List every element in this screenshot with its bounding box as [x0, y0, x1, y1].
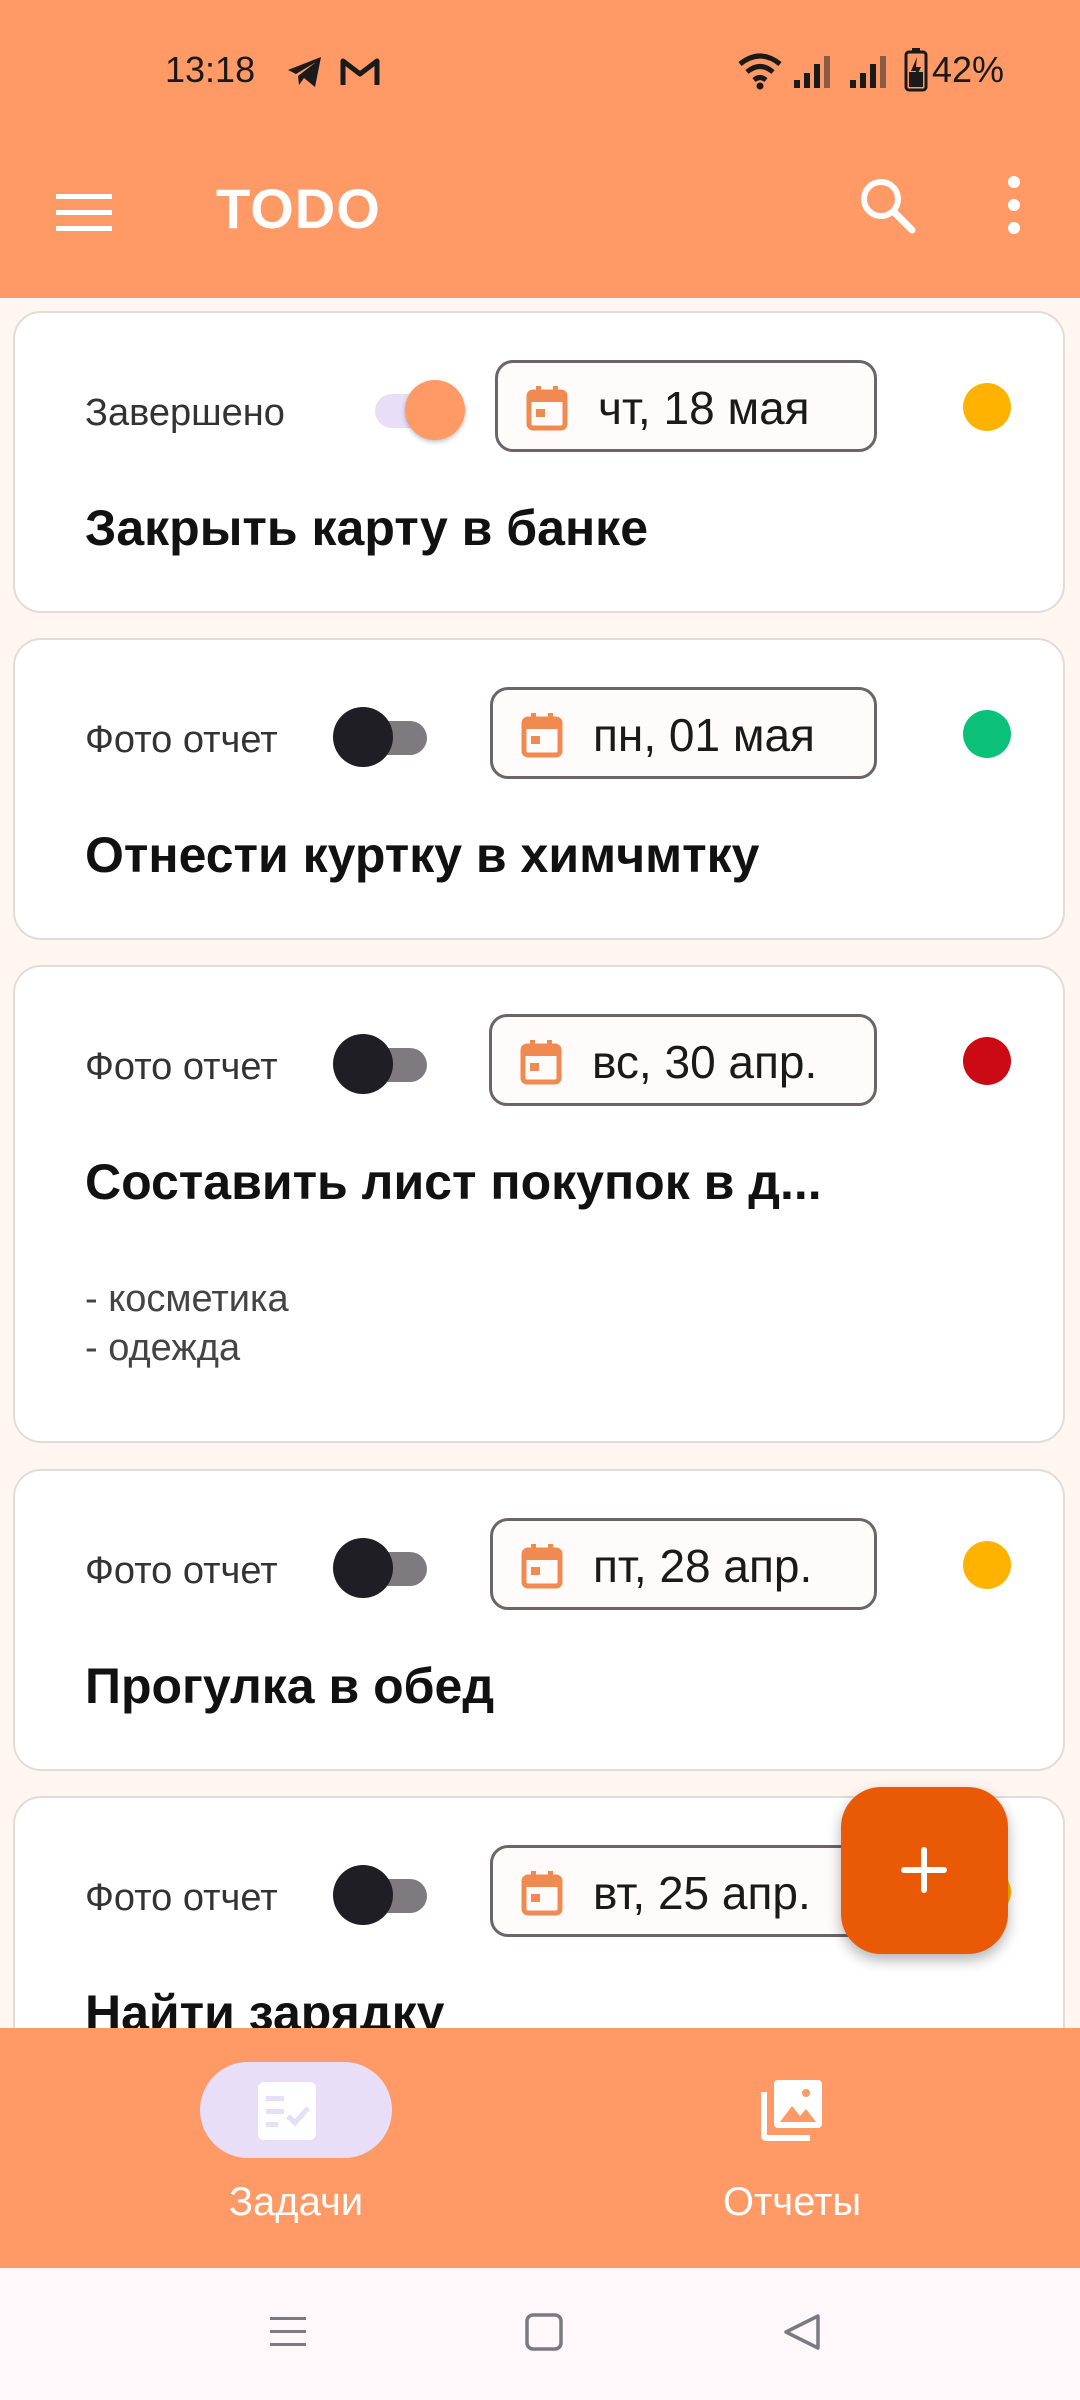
gmail-icon [340, 58, 380, 85]
priority-indicator [963, 710, 1011, 758]
nav-item-reports[interactable]: Отчеты [540, 2028, 1080, 2268]
status-bar: 13:18 42% [0, 0, 1080, 140]
toggle-thumb [333, 1865, 393, 1925]
date-chip[interactable]: вт, 25 апр. [490, 1845, 877, 1937]
task-date: пн, 01 мая [593, 709, 815, 761]
app-bar: TODO [0, 140, 1080, 298]
calendar-icon [526, 386, 568, 431]
toggle-thumb [333, 707, 393, 767]
more-options-icon[interactable] [996, 172, 1032, 238]
tasks-icon [258, 2082, 316, 2140]
task-date: вс, 30 апр. [592, 1036, 818, 1088]
task-date: пт, 28 апр. [593, 1540, 813, 1592]
photo-report-label: Фото отчет [85, 1877, 278, 1919]
task-title: Закрыть карту в банке [85, 500, 649, 556]
signal-icon [850, 56, 886, 88]
task-card[interactable]: Фото отчет пн, 01 мая Отнести куртку в х… [13, 638, 1065, 940]
search-icon[interactable] [856, 174, 920, 238]
description-line: - одежда [85, 1327, 241, 1369]
toggle-thumb [333, 1034, 393, 1094]
calendar-icon [521, 1871, 563, 1916]
completed-toggle[interactable] [345, 380, 465, 440]
completed-label: Завершено [85, 392, 285, 434]
task-card[interactable]: Фото отчет пт, 28 апр. Прогулка в обед [13, 1469, 1065, 1771]
task-title: Отнести куртку в химчмтку [85, 827, 760, 883]
nav-label-reports: Отчеты [722, 2180, 862, 2224]
system-navigation-bar [0, 2268, 1080, 2400]
date-chip[interactable]: чт, 18 мая [495, 360, 877, 452]
photo-report-label: Фото отчет [85, 719, 278, 761]
photo-library-icon [761, 2080, 822, 2141]
photo-report-label: Фото отчет [85, 1550, 278, 1592]
task-date: чт, 18 мая [598, 382, 810, 434]
priority-indicator [963, 1037, 1011, 1085]
calendar-icon [520, 1040, 562, 1085]
battery-percent: 42% [932, 49, 1005, 90]
nav-label-tasks: Задачи [228, 2180, 364, 2224]
app-title: TODO [216, 177, 381, 240]
photo-report-toggle[interactable] [333, 1034, 433, 1094]
back-icon[interactable] [782, 2312, 822, 2352]
add-task-button[interactable] [841, 1787, 1008, 1954]
top-bar: 13:18 42% TODO [0, 0, 1080, 298]
wifi-icon [738, 53, 782, 90]
recents-icon[interactable] [268, 2312, 308, 2352]
toggle-thumb [405, 380, 465, 440]
task-card[interactable]: Завершено чт, 18 мая Закрыть карту в бан… [13, 311, 1065, 613]
signal-icon [794, 56, 830, 88]
menu-icon[interactable] [54, 182, 114, 242]
bottom-navigation: Задачи Отчеты [0, 2028, 1080, 2268]
status-time: 13:18 [165, 49, 256, 90]
photo-report-toggle[interactable] [333, 1538, 433, 1598]
photo-report-toggle[interactable] [333, 1865, 433, 1925]
nav-item-tasks[interactable]: Задачи [10, 2028, 550, 2268]
home-icon[interactable] [524, 2312, 564, 2352]
priority-indicator [963, 383, 1011, 431]
date-chip[interactable]: пн, 01 мая [490, 687, 877, 779]
date-chip[interactable]: пт, 28 апр. [490, 1518, 877, 1610]
photo-report-label: Фото отчет [85, 1046, 278, 1088]
battery-charging-icon [904, 48, 928, 92]
task-title: Составить лист покупок в д... [85, 1154, 822, 1210]
task-description: - косметика - одежда [85, 1275, 289, 1373]
task-list[interactable]: Завершено чт, 18 мая Закрыть карту в бан… [0, 298, 1080, 2028]
task-title: Найти зарядку [85, 1985, 445, 2028]
telegram-icon [288, 57, 321, 87]
task-date: вт, 25 апр. [593, 1867, 811, 1919]
task-title: Прогулка в обед [85, 1658, 495, 1714]
calendar-icon [521, 713, 563, 758]
toggle-thumb [333, 1538, 393, 1598]
priority-indicator [963, 1541, 1011, 1589]
photo-report-toggle[interactable] [333, 707, 433, 767]
calendar-icon [521, 1544, 563, 1589]
task-card[interactable]: Фото отчет вс, 30 апр. Составить лист по… [13, 965, 1065, 1443]
date-chip[interactable]: вс, 30 апр. [489, 1014, 877, 1106]
description-line: - косметика [85, 1278, 289, 1320]
